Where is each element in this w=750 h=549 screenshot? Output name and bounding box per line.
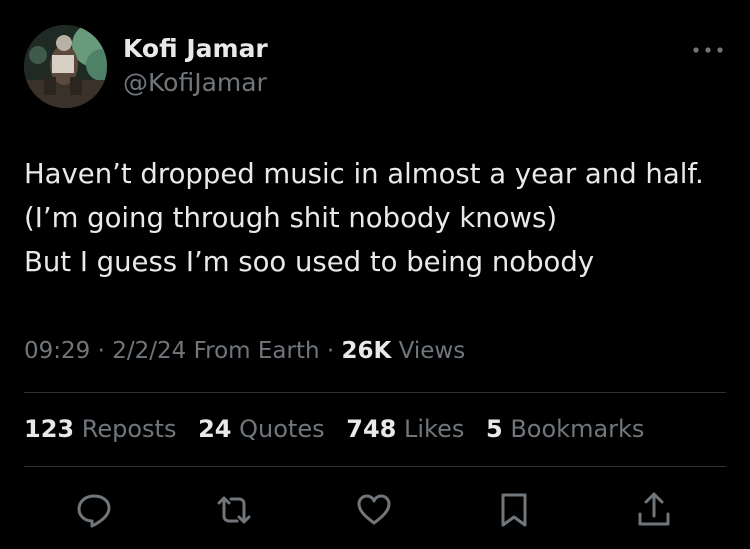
quotes-label: Quotes bbox=[239, 415, 325, 443]
author-handle[interactable]: @KofiJamar bbox=[123, 67, 267, 99]
reposts-count: 123 bbox=[24, 415, 75, 443]
meta-separator: · bbox=[326, 338, 335, 364]
like-icon bbox=[357, 494, 391, 525]
reply-icon bbox=[77, 494, 111, 528]
avatar-image bbox=[24, 25, 107, 108]
divider bbox=[24, 392, 726, 393]
tweet-meta: 09:29 · 2/2/24 From Earth · 26K Views bbox=[24, 335, 465, 367]
reposts-stat[interactable]: 123 Reposts bbox=[24, 412, 176, 446]
like-button[interactable] bbox=[354, 490, 394, 530]
quotes-count: 24 bbox=[198, 415, 232, 443]
meta-separator: · bbox=[97, 338, 105, 364]
tweet-time[interactable]: 09:29 bbox=[24, 338, 90, 364]
bookmarks-count: 5 bbox=[486, 415, 503, 443]
author-display-name[interactable]: Kofi Jamar bbox=[123, 33, 268, 65]
more-icon bbox=[693, 47, 723, 53]
tweet-date[interactable]: 2/2/24 bbox=[112, 338, 186, 364]
divider bbox=[24, 466, 726, 467]
action-bar bbox=[0, 490, 750, 530]
reposts-label: Reposts bbox=[81, 415, 177, 443]
tweet-line: Haven’t dropped music in almost a year a… bbox=[24, 158, 704, 190]
share-button[interactable] bbox=[634, 490, 674, 530]
repost-icon bbox=[217, 496, 251, 524]
reply-button[interactable] bbox=[74, 490, 114, 530]
tweet-line: (I’m going through shit nobody knows) bbox=[24, 202, 558, 234]
bookmarks-stat[interactable]: 5 Bookmarks bbox=[486, 412, 644, 446]
likes-stat[interactable]: 748 Likes bbox=[346, 412, 464, 446]
quotes-stat[interactable]: 24 Quotes bbox=[198, 412, 325, 446]
tweet-location: From Earth bbox=[193, 338, 320, 364]
likes-count: 748 bbox=[346, 415, 397, 443]
more-options-button[interactable] bbox=[690, 38, 726, 62]
share-icon bbox=[638, 492, 670, 526]
tweet-text: Haven’t dropped music in almost a year a… bbox=[24, 152, 734, 284]
bookmark-button[interactable] bbox=[494, 490, 534, 530]
bookmarks-label: Bookmarks bbox=[510, 415, 645, 443]
repost-button[interactable] bbox=[214, 490, 254, 530]
avatar[interactable] bbox=[24, 25, 107, 108]
views-label: Views bbox=[398, 338, 466, 364]
bookmark-icon bbox=[501, 493, 527, 527]
likes-label: Likes bbox=[404, 415, 465, 443]
engagement-stats: 123 Reposts 24 Quotes 748 Likes 5 Bookma… bbox=[24, 412, 658, 446]
views-count[interactable]: 26K bbox=[342, 338, 392, 364]
tweet-line: But I guess I’m soo used to being nobody bbox=[24, 246, 595, 278]
